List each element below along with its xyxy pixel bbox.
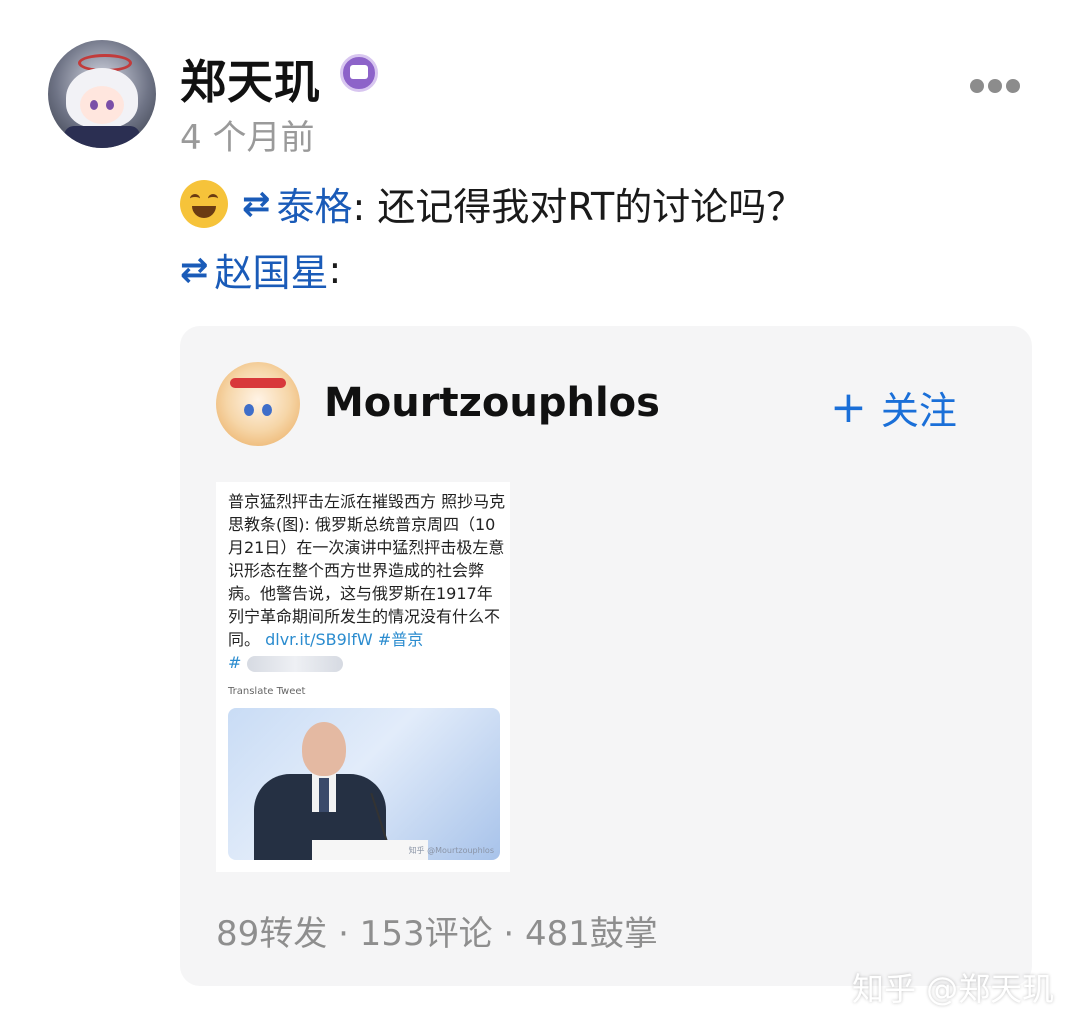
more-dots-icon[interactable] — [970, 78, 1024, 94]
repost-icon: ⇄ — [180, 249, 209, 290]
verified-badge-icon — [340, 54, 378, 92]
image-link: dlvr.it/SB9lfW — [265, 630, 373, 649]
post-time: 4 个月前 — [180, 118, 315, 158]
laughing-emoji-icon — [180, 179, 228, 228]
repost-user-link[interactable]: 泰格 — [277, 176, 353, 231]
speaker-photo: 知乎 @Mourtzouphlos — [228, 708, 500, 860]
author-name[interactable]: 郑天玑 — [180, 46, 321, 112]
photo-watermark: 知乎 @Mourtzouphlos — [408, 846, 494, 855]
repost-icon: ⇄ — [242, 183, 271, 224]
card-author-name[interactable]: Mourtzouphlos — [324, 380, 660, 426]
blurred-text — [246, 655, 343, 672]
post-text: : — [328, 247, 342, 292]
card-stats: 89转发 · 153评论 · 481鼓掌 — [216, 914, 658, 954]
post-line-2: ⇄ 赵国星 : — [180, 242, 341, 297]
post-text: : 还记得我对RT的讨论吗？ — [352, 185, 805, 229]
embedded-image[interactable]: 普京猛烈抨击左派在摧毁西方 照抄马克思教条(图): 俄罗斯总统普京周四（10月2… — [216, 482, 510, 872]
zhihu-watermark: 知乎 @郑天玑 — [852, 970, 1055, 1008]
post-line-1: ⇄ 泰格 : 还记得我对RT的讨论吗？ — [180, 176, 804, 231]
image-hashtag-2: # — [228, 653, 242, 672]
author-avatar[interactable] — [48, 40, 156, 148]
image-text-main: 普京猛烈抨击左派在摧毁西方 照抄马克思教条(图): 俄罗斯总统普京周四（10月2… — [228, 492, 506, 649]
repost-user-link[interactable]: 赵国星 — [215, 242, 329, 297]
card-author-avatar[interactable] — [216, 362, 300, 446]
translate-tweet: Translate Tweet — [228, 686, 306, 697]
follow-button[interactable]: + 关注 — [830, 380, 957, 435]
image-hashtag: #普京 — [377, 630, 424, 649]
plus-icon: + — [830, 381, 867, 433]
follow-label: 关注 — [880, 389, 957, 433]
image-text: 普京猛烈抨击左派在摧毁西方 照抄马克思教条(图): 俄罗斯总统普京周四（10月2… — [228, 490, 506, 674]
